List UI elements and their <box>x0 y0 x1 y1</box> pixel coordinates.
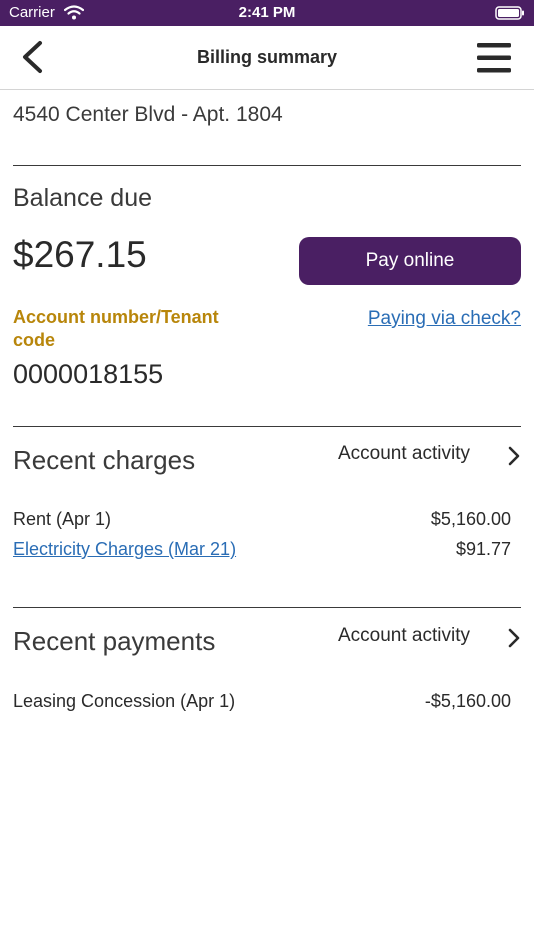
charge-label-link[interactable]: Electricity Charges (Mar 21) <box>13 539 236 560</box>
charge-row: Electricity Charges (Mar 21) $91.77 <box>13 539 511 565</box>
nav-bar: Billing summary <box>0 26 534 90</box>
payment-amount: -$5,160.00 <box>424 691 511 711</box>
paying-via-check-link[interactable]: Paying via check? <box>368 308 521 330</box>
property-address: 4540 Center Blvd - Apt. 1804 <box>13 103 283 126</box>
chevron-right-icon <box>508 628 520 653</box>
status-time: 2:41 PM <box>238 4 296 21</box>
balance-amount: $267.15 <box>13 234 147 275</box>
page-title: Billing summary <box>196 47 338 67</box>
payment-row: Leasing Concession (Apr 1) -$5,160.00 <box>13 691 511 717</box>
hamburger-icon <box>477 43 511 73</box>
menu-button[interactable] <box>476 41 512 75</box>
divider <box>13 165 521 166</box>
status-bar: Carrier 2:41 PM <box>0 0 534 26</box>
account-activity-label: Account activity <box>338 625 470 646</box>
charge-amount: $5,160.00 <box>430 509 511 529</box>
battery-icon <box>495 6 525 25</box>
charge-amount: $91.77 <box>455 539 511 559</box>
charge-row: Rent (Apr 1) $5,160.00 <box>13 509 511 535</box>
divider <box>13 426 521 427</box>
chevron-right-icon <box>508 446 520 471</box>
pay-online-button[interactable]: Pay online <box>299 237 521 285</box>
recent-payments-title: Recent payments <box>13 626 216 656</box>
payments-account-activity-link[interactable]: Account activity <box>338 623 524 653</box>
payment-label: Leasing Concession (Apr 1) <box>13 691 236 711</box>
recent-charges-title: Recent charges <box>13 445 196 475</box>
balance-due-label: Balance due <box>13 184 153 212</box>
account-number-label: Account number/Tenant code <box>13 307 219 350</box>
charge-label: Rent (Apr 1) <box>13 509 112 529</box>
charges-account-activity-link[interactable]: Account activity <box>338 441 524 471</box>
account-number-value: 0000018155 <box>13 359 164 389</box>
divider <box>13 607 521 608</box>
account-activity-label: Account activity <box>338 443 470 464</box>
